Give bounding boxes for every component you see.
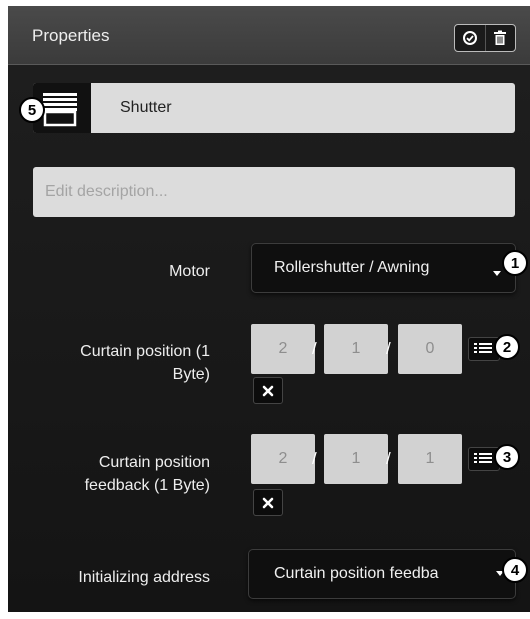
curtain-position-label: Curtain position (1 Byte) [18,340,210,386]
initializing-address-select[interactable]: Curtain position feedba [248,549,516,599]
callout-badge-2: 2 [494,334,520,360]
curtain-feedback-label-line1: Curtain position [98,454,210,471]
confirm-button[interactable] [455,25,485,51]
panel-title: Properties [32,26,110,45]
close-x-icon [262,385,274,396]
close-x-icon [262,497,274,508]
curtain-position-middle-group[interactable]: 1 [324,324,388,374]
curtain-feedback-label-line2: feedback (1 Byte) [84,477,210,494]
address-separator: / [312,339,317,358]
object-name-value: Shutter [120,99,172,116]
curtain-feedback-label: Curtain position feedback (1 Byte) [18,451,210,497]
curtain-position-label-line1: Curtain position (1 [80,343,210,360]
header-button-group [454,24,516,52]
trash-icon [494,30,507,45]
callout-badge-3: 3 [494,444,520,470]
object-name-field[interactable]: Shutter [33,83,515,133]
chevron-down-icon [493,271,501,276]
curtain-position-main-group[interactable]: 2 [251,324,315,374]
curtain-feedback-middle-group[interactable]: 1 [324,434,388,484]
address-separator: / [312,449,317,468]
address-separator: / [386,339,391,358]
check-circle-icon [462,31,477,45]
curtain-position-clear-button[interactable] [253,377,283,404]
curtain-position-sub-group[interactable]: 0 [398,324,462,374]
curtain-feedback-main-group[interactable]: 2 [251,434,315,484]
description-input[interactable] [33,167,515,217]
delete-button[interactable] [484,25,516,51]
initializing-address-select-value: Curtain position feedba [274,565,439,582]
callout-badge-4: 4 [502,557,528,583]
curtain-feedback-sub-group[interactable]: 1 [398,434,462,484]
motor-label: Motor [169,263,210,280]
address-separator: / [386,449,391,468]
properties-panel: Properties Shutter Edit description... M… [8,6,530,612]
motor-select-value: Rollershutter / Awning [274,259,430,276]
callout-badge-1: 1 [502,250,528,276]
panel-header: Properties [8,6,530,65]
curtain-position-label-line2: Byte) [172,366,210,383]
motor-select[interactable]: Rollershutter / Awning [251,243,516,293]
callout-badge-5: 5 [19,97,45,123]
initializing-address-label: Initializing address [78,569,210,586]
curtain-feedback-clear-button[interactable] [253,489,283,516]
